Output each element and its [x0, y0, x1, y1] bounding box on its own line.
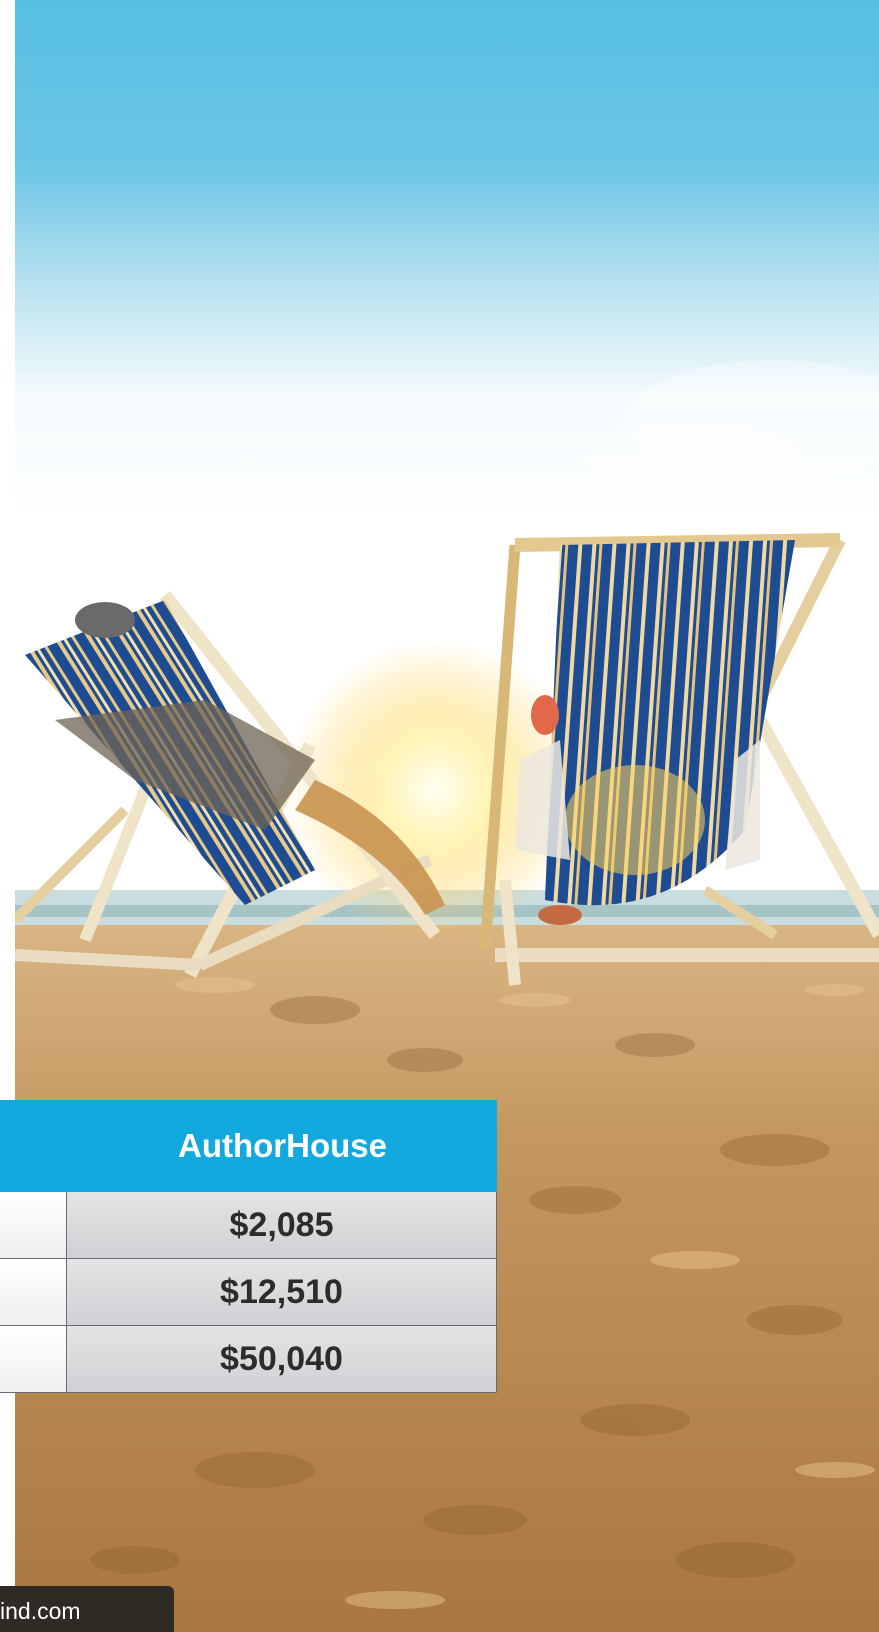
table-cell-price: $50,040: [67, 1326, 497, 1393]
table-header-authorhouse: AuthorHouse: [178, 1127, 387, 1164]
table-cell-label: [0, 1259, 67, 1326]
table-cell-label: [0, 1192, 67, 1259]
table-row: $2,085: [0, 1192, 497, 1259]
table-cell-label: [0, 1326, 67, 1393]
table-row: $50,040: [0, 1326, 497, 1393]
price-comparison-table: AuthorHouse $2,085 $12,510 $50,040: [0, 1100, 497, 1393]
table-cell-price: $12,510: [67, 1259, 497, 1326]
footer-url-link[interactable]: ind.com: [0, 1596, 81, 1626]
table-row: $12,510: [0, 1259, 497, 1326]
table-cell-price: $2,085: [67, 1192, 497, 1259]
table-header: AuthorHouse: [0, 1100, 497, 1193]
